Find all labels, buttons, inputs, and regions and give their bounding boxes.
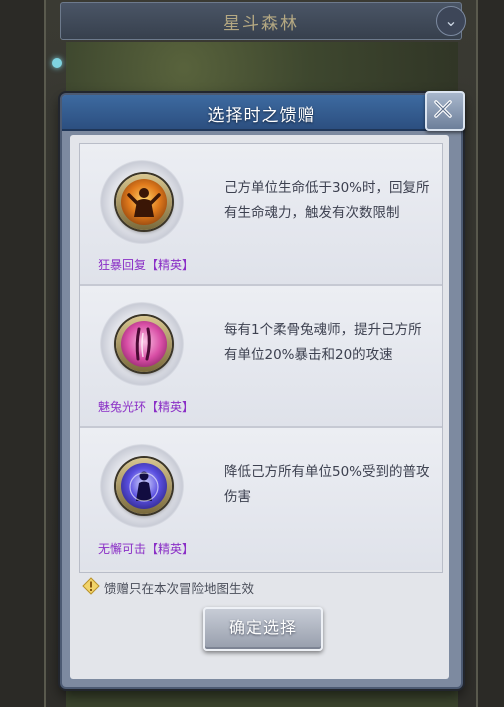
option-name: 狂暴回复【精英】 [97, 258, 194, 272]
close-icon[interactable] [425, 91, 465, 131]
option-name: 魅兔光环【精英】 [97, 400, 194, 414]
option-list: 狂暴回复【精英】 己方单位生命低于30%时，回复所有生命魂力，触发有次数限制 魅… [79, 143, 443, 573]
background-title: 星斗森林 [223, 14, 299, 34]
option-description: 每有1个柔骨兔魂师，提升己方所有单位20%暴击和20的攻速 [224, 322, 422, 363]
charm-rabbit-aura-icon [116, 316, 172, 372]
gift-selection-dialog: 选择时之馈赠 狂暴回复【精英】 己方单位生命低于30%时，回复所有生命魂力，触发… [60, 91, 465, 689]
dialog-header: 选择时之馈赠 [62, 95, 461, 131]
rage-recovery-icon [116, 174, 172, 230]
option-invulnerable[interactable]: 无懈可击【精英】 降低己方所有单位50%受到的普攻伤害 [80, 428, 442, 570]
invulnerable-icon [116, 458, 172, 514]
map-pin-icon [52, 58, 62, 68]
dialog-body: 狂暴回复【精英】 己方单位生命低于30%时，回复所有生命魂力，触发有次数限制 魅… [70, 135, 449, 679]
option-name: 无懈可击【精英】 [97, 542, 194, 556]
note-text: 馈赠只在本次冒险地图生效 [104, 581, 255, 596]
background-map-bottom [66, 690, 458, 707]
info-icon [82, 577, 100, 595]
confirm-button[interactable]: 确定选择 [203, 607, 323, 651]
option-description: 降低己方所有单位50%受到的普攻伤害 [224, 464, 430, 505]
option-charm-rabbit-aura[interactable]: 魅兔光环【精英】 每有1个柔骨兔魂师，提升己方所有单位20%暴击和20的攻速 [80, 286, 442, 428]
option-rage-recovery[interactable]: 狂暴回复【精英】 己方单位生命低于30%时，回复所有生命魂力，触发有次数限制 [80, 144, 442, 286]
background-map [66, 42, 458, 94]
option-description: 己方单位生命低于30%时，回复所有生命魂力，触发有次数限制 [224, 180, 430, 221]
dialog-title: 选择时之馈赠 [207, 106, 316, 126]
chevron-down-icon[interactable]: ⌄ [436, 6, 466, 36]
background-title-bar: 星斗森林 [60, 2, 462, 40]
